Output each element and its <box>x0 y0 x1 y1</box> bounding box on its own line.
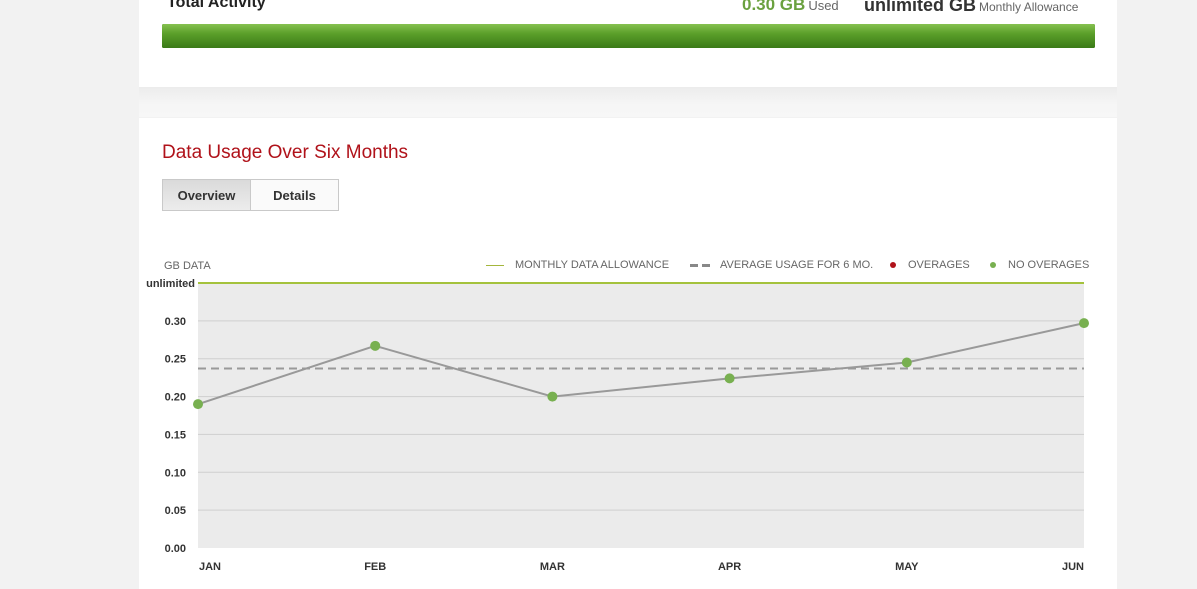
y-axis-title: GB DATA <box>164 260 211 272</box>
data-point <box>193 399 203 410</box>
y-tick-label: 0.10 <box>165 467 186 479</box>
data-point <box>724 373 735 384</box>
x-tick-label: MAR <box>540 561 565 573</box>
data-point <box>370 340 381 351</box>
data-point <box>901 357 912 368</box>
x-tick-label: MAY <box>895 561 919 573</box>
x-tick-label: JUN <box>1062 561 1084 573</box>
plot-area <box>198 283 1084 548</box>
allowance-axis-label: unlimited <box>146 278 195 290</box>
x-tick-label: FEB <box>364 561 386 573</box>
data-point <box>547 391 558 402</box>
data-point <box>1079 318 1089 329</box>
y-tick-label: 0.30 <box>165 316 186 328</box>
y-tick-label: 0.05 <box>165 505 186 517</box>
y-tick-label: 0.00 <box>165 543 186 555</box>
y-tick-label: 0.25 <box>165 354 186 366</box>
y-tick-label: 0.15 <box>165 429 186 441</box>
x-tick-label: JAN <box>199 561 221 573</box>
x-tick-label: APR <box>718 561 741 573</box>
y-tick-label: 0.20 <box>165 392 186 404</box>
usage-chart: 0.00 0.05 0.10 0.15 0.20 0.25 0.30 unlimited GB … <box>146 260 1089 573</box>
